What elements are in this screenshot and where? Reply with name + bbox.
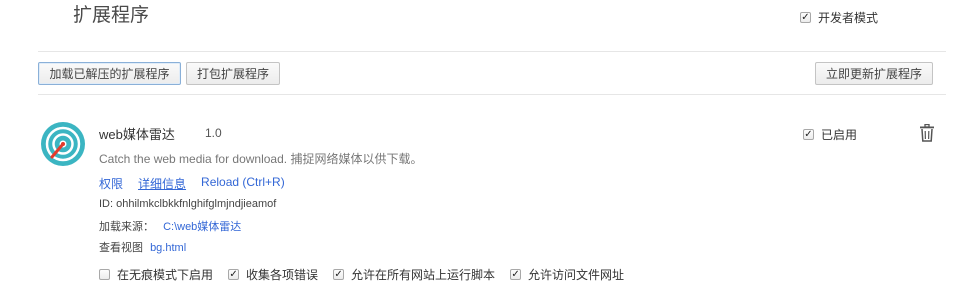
option-all-sites[interactable]: ✓ 允许在所有网站上运行脚本 (333, 266, 495, 283)
option-collect-errors[interactable]: ✓ 收集各项错误 (228, 266, 318, 283)
option-label: 允许在所有网站上运行脚本 (351, 268, 496, 282)
incognito-checkbox[interactable] (99, 269, 110, 280)
update-extensions-button[interactable]: 立即更新扩展程序 (815, 62, 933, 85)
developer-mode-toggle[interactable]: ✓ 开发者模式 (800, 9, 878, 26)
load-unpacked-button[interactable]: 加载已解压的扩展程序 (38, 62, 181, 85)
enabled-checkbox[interactable]: ✓ (803, 129, 814, 140)
permissions-link[interactable]: 权限 (99, 175, 123, 192)
extension-id: ID: ohhilmkclbkkfnlghifglmjndjieamof (99, 198, 277, 210)
all-sites-checkbox[interactable]: ✓ (333, 269, 345, 280)
load-source-row: 加载来源： C:\web媒体雷达 (99, 218, 256, 234)
page-title: 扩展程序 (73, 5, 150, 26)
developer-mode-checkbox[interactable]: ✓ (800, 12, 811, 23)
extension-version: 1.0 (205, 126, 222, 140)
collect-errors-checkbox[interactable]: ✓ (228, 269, 240, 280)
extension-links: 权限 详细信息 Reload (Ctrl+R) (99, 175, 300, 192)
enabled-label: 已启用 (821, 128, 858, 142)
option-label: 在无痕模式下启用 (117, 268, 214, 282)
toolbar-divider (38, 94, 946, 95)
option-label: 收集各项错误 (246, 268, 319, 282)
inspect-view-link[interactable]: bg.html (150, 242, 186, 254)
load-source-label: 加载来源： (99, 221, 154, 233)
extension-name: web媒体雷达 (99, 127, 175, 142)
reload-link[interactable]: Reload (Ctrl+R) (201, 175, 285, 192)
radar-icon (40, 121, 86, 172)
developer-mode-label: 开发者模式 (818, 11, 879, 25)
trash-icon[interactable] (919, 123, 935, 147)
enabled-toggle[interactable]: ✓ 已启用 (803, 126, 857, 143)
header-divider (38, 51, 946, 52)
inspect-views-row: 查看视图 bg.html (99, 239, 201, 255)
load-source-path-link[interactable]: C:\web媒体雷达 (163, 221, 241, 233)
extension-options: 在无痕模式下启用 ✓ 收集各项错误 ✓ 允许在所有网站上运行脚本 ✓ 允许访问文… (99, 266, 639, 283)
pack-extension-button[interactable]: 打包扩展程序 (186, 62, 280, 85)
option-incognito[interactable]: 在无痕模式下启用 (99, 266, 213, 283)
details-link[interactable]: 详细信息 (138, 175, 186, 192)
option-label: 允许访问文件网址 (528, 268, 625, 282)
file-urls-checkbox[interactable]: ✓ (510, 269, 522, 280)
extension-description: Catch the web media for download. 捕捉网络媒体… (99, 152, 423, 166)
option-file-urls[interactable]: ✓ 允许访问文件网址 (510, 266, 624, 283)
inspect-views-label: 查看视图 (99, 242, 143, 254)
